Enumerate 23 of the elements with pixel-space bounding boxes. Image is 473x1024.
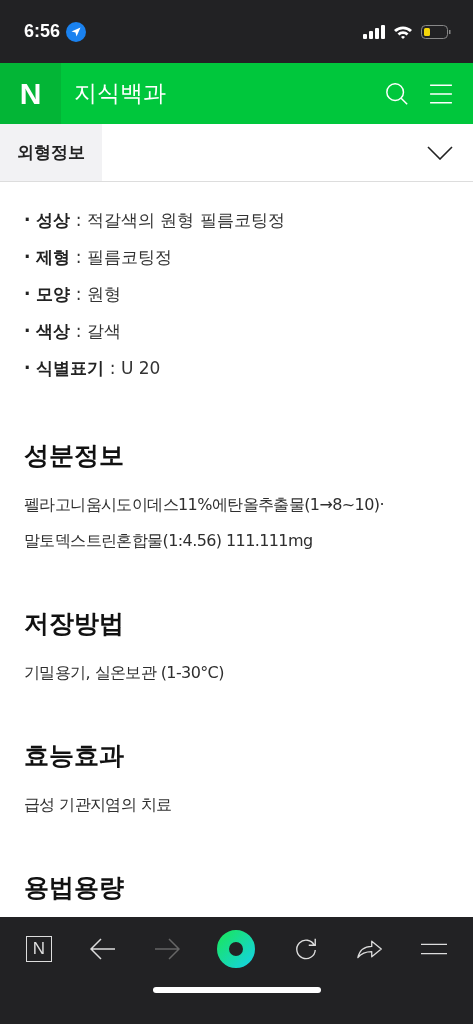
wifi-icon <box>393 24 413 39</box>
ring-button[interactable] <box>217 929 256 968</box>
appearance-item: · 식별표기 : U 20 <box>24 357 162 380</box>
appearance-item: · 색상 : 갈색 <box>24 320 122 343</box>
section-heading: 효능효과 <box>24 741 125 771</box>
appearance-item: · 모양 : 원형 <box>24 283 122 306</box>
battery-icon <box>421 24 451 39</box>
chevron-icon[interactable] <box>427 145 453 160</box>
section-tab[interactable]: 외형정보 <box>0 124 102 181</box>
section-text: 펠라고니움시도이데스11%에탄올추출물(1→8~10)· 말토덱스트린혼합물(1:4.56) 111.111mg <box>24 494 385 552</box>
section-heading: 성분정보 <box>24 441 125 471</box>
section-text: 급성 기관지염의 치료 <box>24 794 173 816</box>
section-text: 기밀용기, 실온보관 (1-30°C) <box>24 662 225 684</box>
section-heading: 용법용량 <box>24 873 125 903</box>
appearance-item: · 제형 : 필름코팅정 <box>24 246 173 269</box>
signal-icon <box>363 24 385 39</box>
location-icon <box>66 21 87 42</box>
back-arrow-icon[interactable] <box>89 936 116 961</box>
header-title: 지식백과 <box>74 79 166 108</box>
section-heading: 저장방법 <box>24 609 125 639</box>
naver-home-button[interactable]: N <box>26 935 52 962</box>
appearance-item: · 성상 : 적갈색의 원형 필름코팅정 <box>24 209 286 232</box>
status-time: 6:56 <box>24 21 61 42</box>
